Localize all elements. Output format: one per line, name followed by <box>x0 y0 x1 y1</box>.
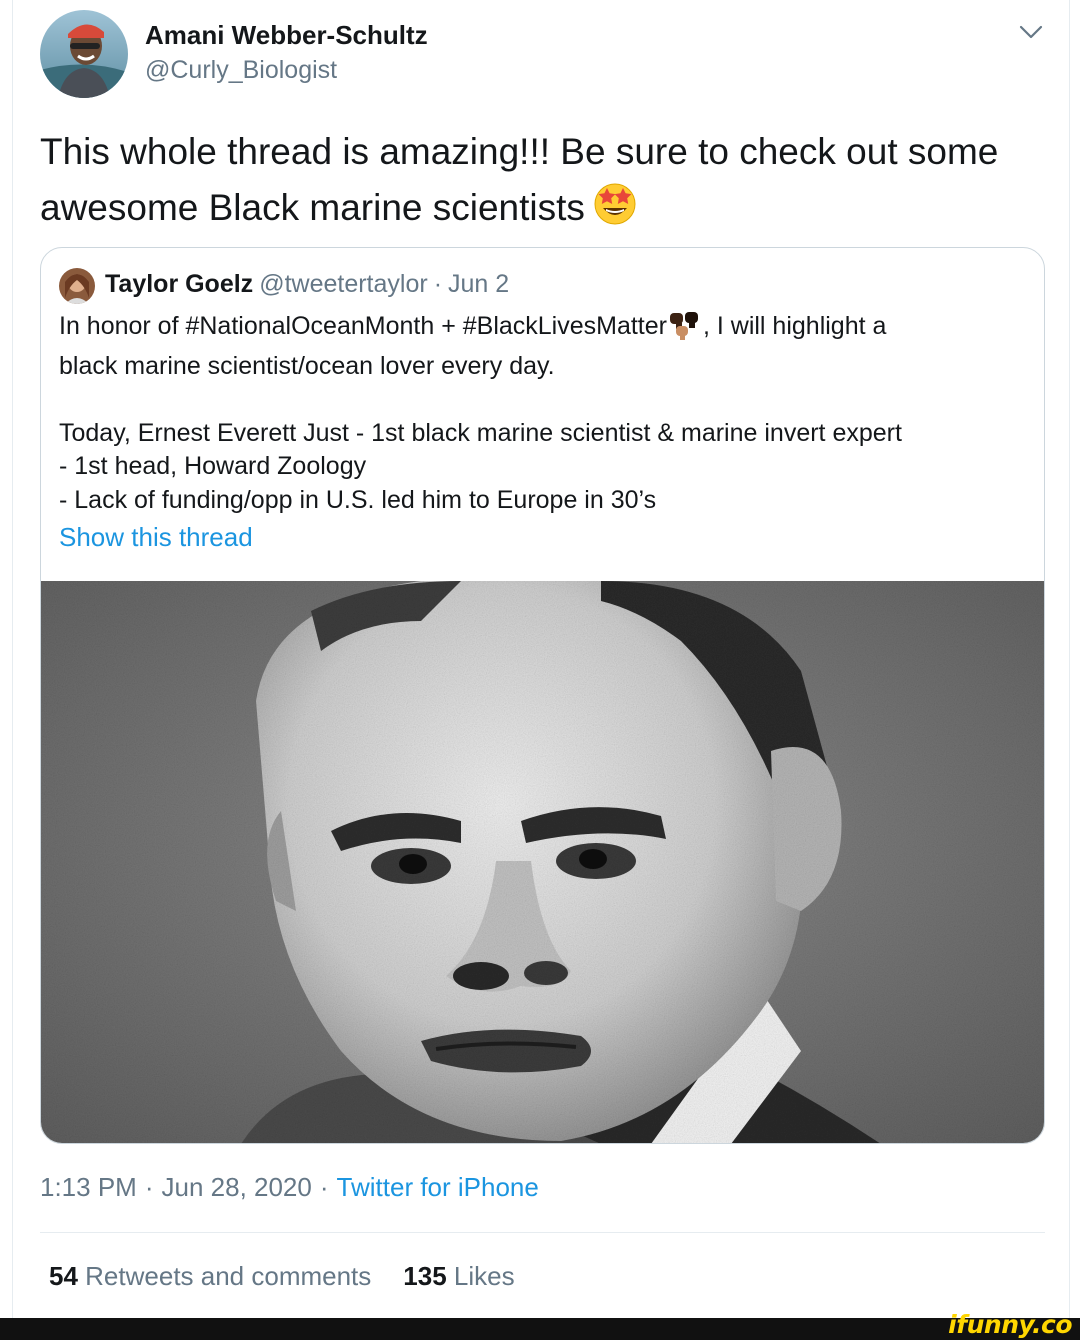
likes-count: 135 <box>403 1261 447 1291</box>
quoted-date[interactable]: Jun 2 <box>448 270 509 298</box>
tweet-text: This whole thread is amazing!!! Be sure … <box>40 126 1040 240</box>
quoted-line-1-start: In honor of #NationalOceanMonth + #Black… <box>59 312 667 340</box>
quoted-line-3: Today, Ernest Everett Just - 1st black m… <box>59 418 902 447</box>
portrait-photo[interactable] <box>41 581 1044 1143</box>
divider <box>40 1232 1045 1233</box>
tweet-time[interactable]: 1:13 PM <box>40 1172 137 1202</box>
quoted-author-avatar[interactable] <box>59 268 95 304</box>
author-avatar[interactable] <box>40 10 128 98</box>
quoted-author-name[interactable]: Taylor Goelz <box>105 270 253 298</box>
meta-separator-1: · <box>144 1172 154 1202</box>
quoted-line-1: In honor of #NationalOceanMonth + #Black… <box>59 310 1019 350</box>
tweet-meta: 1:13 PM · Jun 28, 2020 · Twitter for iPhone <box>40 1172 539 1203</box>
tweet-text-body: This whole thread is amazing!!! Be sure … <box>40 131 999 228</box>
star-struck-emoji-icon <box>591 178 639 240</box>
quoted-separator: · <box>433 270 443 298</box>
author-name[interactable]: Amani Webber-Schultz <box>145 20 428 51</box>
quoted-tweet-text: In honor of #NationalOceanMonth + #Black… <box>59 310 1019 517</box>
quoted-line-5: - Lack of funding/opp in U.S. led him to… <box>59 485 657 514</box>
ifunny-watermark-logo: ifunny.co <box>948 1310 1072 1339</box>
quoted-line-2: black marine scientist/ocean lover every… <box>59 351 555 380</box>
likes-label: Likes <box>453 1261 515 1291</box>
tweet-date[interactable]: Jun 28, 2020 <box>162 1172 312 1202</box>
quoted-tweet[interactable]: Taylor Goelz @tweetertaylor · Jun 2 In hono… <box>40 247 1045 1144</box>
show-thread-link[interactable]: Show this thread <box>59 522 253 553</box>
meta-separator-2: · <box>319 1172 329 1202</box>
author-handle[interactable]: @Curly_Biologist <box>145 56 337 85</box>
watermark-bar <box>0 1318 1080 1340</box>
quoted-line-1-end: , I will highlight a <box>702 312 887 340</box>
tweet-stats: 54 Retweets and comments 135 Likes <box>49 1261 515 1292</box>
retweets-stat[interactable]: 54 Retweets and comments <box>49 1261 371 1291</box>
retweets-count: 54 <box>49 1261 78 1291</box>
likes-stat[interactable]: 135 Likes <box>403 1261 514 1291</box>
chevron-down-icon[interactable] <box>1018 22 1044 42</box>
retweets-label: Retweets and comments <box>85 1261 372 1291</box>
quoted-line-4: - 1st head, Howard Zoology <box>59 452 367 480</box>
tweet-source-link[interactable]: Twitter for iPhone <box>337 1172 539 1202</box>
raised-fists-emoji-icon <box>667 310 703 350</box>
quoted-author-handle[interactable]: @tweetertaylor <box>259 270 428 298</box>
quoted-tweet-header: Taylor Goelz @tweetertaylor · Jun 2 <box>105 270 509 299</box>
